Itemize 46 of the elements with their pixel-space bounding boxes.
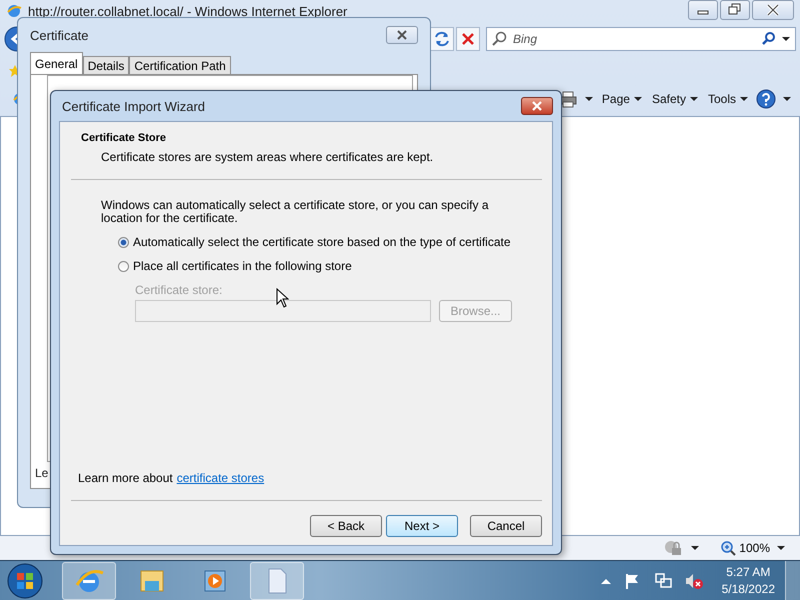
caret-icon	[690, 95, 698, 103]
stop-icon[interactable]	[456, 27, 480, 51]
help-text: Learn more about	[78, 471, 173, 485]
caret-icon	[634, 95, 642, 103]
section-heading: Certificate Store	[81, 132, 167, 144]
clock-time[interactable]: 5:27 AM	[726, 564, 770, 580]
tab[interactable]: Certification Path	[129, 56, 231, 74]
menu-button[interactable]: Page	[600, 92, 644, 106]
tab[interactable]: Details	[82, 56, 130, 74]
radio-label[interactable]: Place all certificates in the following store	[133, 259, 352, 273]
dialog-title: Certificate	[30, 28, 89, 42]
caret-icon	[740, 95, 748, 103]
search-input[interactable]: Bing	[511, 31, 757, 47]
cursor-icon	[276, 288, 289, 308]
menu-button[interactable]: Tools	[706, 92, 750, 106]
radio-button[interactable]	[118, 260, 129, 272]
search-box[interactable]: Bing	[486, 27, 796, 51]
partial-text: Le	[35, 466, 48, 480]
help-icon[interactable]	[756, 89, 776, 109]
start-icon[interactable]	[6, 562, 44, 600]
speaker-muted-icon[interactable]	[684, 572, 704, 590]
close-button[interactable]	[521, 97, 553, 115]
zoom-level[interactable]: 100%	[739, 541, 770, 555]
window-title: http://router.collabnet.local/ - Windows Internet Explorer	[28, 4, 348, 18]
cancel-button[interactable]: Cancel	[470, 515, 542, 537]
section-subtitle: Certificate stores are system areas where certificates are kept.	[101, 150, 434, 164]
back-button[interactable]: < Back	[310, 515, 382, 537]
next-button[interactable]: Next >	[386, 515, 458, 537]
search-icon[interactable]	[761, 31, 777, 47]
dialog-title: Certificate Import Wizard	[62, 98, 206, 114]
radio-label[interactable]: Automatically select the certificate store based on the type of certificate	[133, 235, 511, 249]
description-text: Windows can automatically select a certificate store, or you can specify a location for the certificate.	[101, 199, 490, 225]
radio-button[interactable]	[118, 236, 129, 248]
menu-button[interactable]: Safety	[650, 92, 700, 106]
tab[interactable]: General	[30, 52, 83, 74]
search-icon	[491, 31, 507, 47]
close-button[interactable]	[386, 26, 418, 44]
close-icon	[530, 101, 544, 111]
network-icon[interactable]	[654, 572, 672, 590]
help-link[interactable]: certificate stores	[176, 471, 264, 485]
clock-date[interactable]: 5/18/2022	[722, 580, 775, 598]
zoom-icon[interactable]	[720, 540, 736, 556]
refresh-icon[interactable]	[430, 27, 454, 51]
globe-icon	[6, 3, 22, 19]
field-label: Certificate store:	[135, 283, 224, 297]
close-icon	[395, 30, 409, 40]
